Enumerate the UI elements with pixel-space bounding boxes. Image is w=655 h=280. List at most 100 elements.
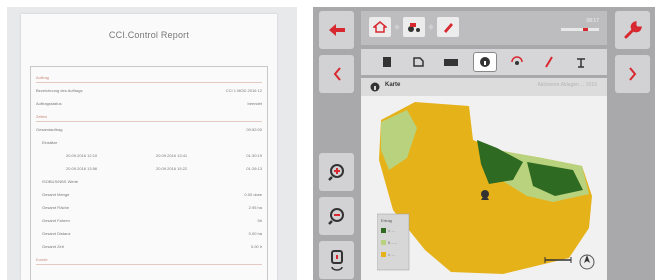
report-row-label: Gesamt Distanz [42,231,71,236]
info-icon [370,82,380,92]
back-button[interactable] [319,11,354,49]
report-row-value: 5h [257,218,262,223]
report-row: Gesamt Distanz 0.00 ha [36,229,262,239]
report-row-date: 20.09.2016 15:22 [156,166,188,171]
report-row-label: Gesamt Menge [42,192,70,197]
zoom-out-button[interactable] [319,197,354,235]
report-row-value: 0.00 h [250,244,262,249]
report-row: 20.09.2016 12:10 20.09.2016 13:41 01:30:19 [36,151,262,161]
top-bar: 08:17 [361,11,607,45]
report-row: Auftragsstatus beendet [36,99,262,109]
report-section-header: Kunde [36,255,262,265]
clock: 08:17 [586,18,599,24]
map-status: Aktivieren Ablagen ... 2016 [537,82,598,88]
zoom-in-button[interactable] [319,153,354,191]
content-area: Karte Aktivieren Ablagen ... 2016 Ertrag… [361,78,607,280]
report-row-label: Bezeichnung des Auftrags [36,88,83,93]
settings-button[interactable] [615,11,650,49]
report-row: Bezeichnung des Auftrags CCI 1 MOD 2016 1… [36,86,262,96]
report-section-header: Auftrag [36,73,262,83]
wrench-icon [624,20,642,39]
report-section-header: Zeiten [36,112,262,122]
map-header: Karte Aktivieren Ablagen ... 2016 [361,78,607,96]
next-icon [628,67,636,81]
map-legend: Ertrag > ... 0 - ... < ... [377,213,410,271]
previous-button[interactable] [319,55,354,93]
tab-settings[interactable] [569,52,593,72]
breadcrumb-separator [394,24,400,30]
pen-icon [444,23,453,33]
report-row-label: Einsätze [42,140,58,145]
document-icon [413,57,424,67]
terminal-screen: 08:17 Karte Aktivieren Ablagen ... 2016 … [313,7,655,280]
status-bar [561,28,599,31]
breadcrumb-separator [428,24,434,30]
report-row-value: 00:52:00 [246,127,262,132]
report-row: Einsätze [36,138,262,148]
report-row-label: Gesamtauftrag [36,127,63,132]
next-button[interactable] [615,55,650,93]
legend-swatch [381,252,386,257]
report-row-label: Gesamt Fläche [42,205,70,210]
status-bar-indicator [583,28,588,31]
legend-title: Ertrag [381,218,392,223]
report-row: Gesamtauftrag 00:52:00 [36,125,262,135]
report-row-label: 20.09.2016 12:10 [66,153,98,158]
settings-icon [577,58,585,68]
report-row: ISOBUS/NBS Werte [36,177,262,187]
map-label: Karte [385,82,401,88]
reset-view-button[interactable] [319,241,354,279]
reset-view-icon [330,250,343,271]
edit-icon [545,56,553,68]
status-area: 08:17 [561,18,601,34]
report-row: Gesamt Fahren 5h [36,216,262,226]
report-row-label: Kunde [36,257,48,262]
legend-swatch [381,240,386,245]
home-icon [373,21,387,33]
tab-bar [361,49,607,75]
report-row-value: 01:26:13 [246,166,262,171]
field-map[interactable]: Ertrag > ... 0 - ... < ... [377,100,603,276]
report-title: CCI.Control Report [108,30,190,40]
tab-task[interactable] [375,52,399,72]
report-row-value: CCI 1 MOD 2016 12 [225,88,262,93]
report-row-value: 2.95 ha [248,205,262,210]
legend-label: 0 - ... [388,240,397,245]
report-row-value: 0.00 ha [248,231,262,236]
report-row-label: Auftrag [36,75,49,80]
report-row: Gesamt Menge 0.00 dose [36,190,262,200]
tab-document[interactable] [407,52,431,72]
report-row: 20.09.2016 13:56 20.09.2016 15:22 01:26:13 [36,164,262,174]
field-icon [444,59,458,66]
tractor-position-marker [481,190,489,200]
zoom-in-icon [327,164,344,181]
home-button[interactable] [369,17,391,37]
tab-spray[interactable] [505,52,529,72]
report-page: CCI.Control Report Auftrag Bezeichnung de… [21,14,277,280]
tab-info[interactable] [473,52,497,72]
report-row: Gesamt Fläche 2.95 ha [36,203,262,213]
compass-icon [579,254,595,270]
tab-edit[interactable] [537,52,561,72]
legend-label: > ... [388,228,395,233]
task-icon [383,57,391,67]
report-row-label: 20.09.2016 13:56 [66,166,98,171]
tractor-button[interactable] [403,17,425,37]
zoom-out-icon [327,208,344,225]
report-row-date: 20.09.2016 13:41 [156,153,188,158]
back-arrow-icon [328,24,345,36]
report-row-label: Gesamt Fahren [42,218,70,223]
pen-button[interactable] [437,17,459,37]
report-table: Auftrag Bezeichnung des Auftrags CCI 1 MOD… [30,66,268,280]
report-row-label: Zeiten [36,114,48,119]
spray-icon [511,56,523,65]
report-row-label: ISOBUS/NBS Werte [42,179,79,184]
tab-field[interactable] [439,52,463,72]
report-row-label: Gesamt Zeit [42,244,64,249]
tractor-icon [408,23,420,32]
report-row-label: Auftragsstatus [36,101,62,106]
report-row-value: 01:30:19 [246,153,262,158]
report-row-value: 0.00 dose [244,192,262,197]
info-icon [480,57,490,67]
report-row: Gesamt Zeit 0.00 h [36,242,262,252]
